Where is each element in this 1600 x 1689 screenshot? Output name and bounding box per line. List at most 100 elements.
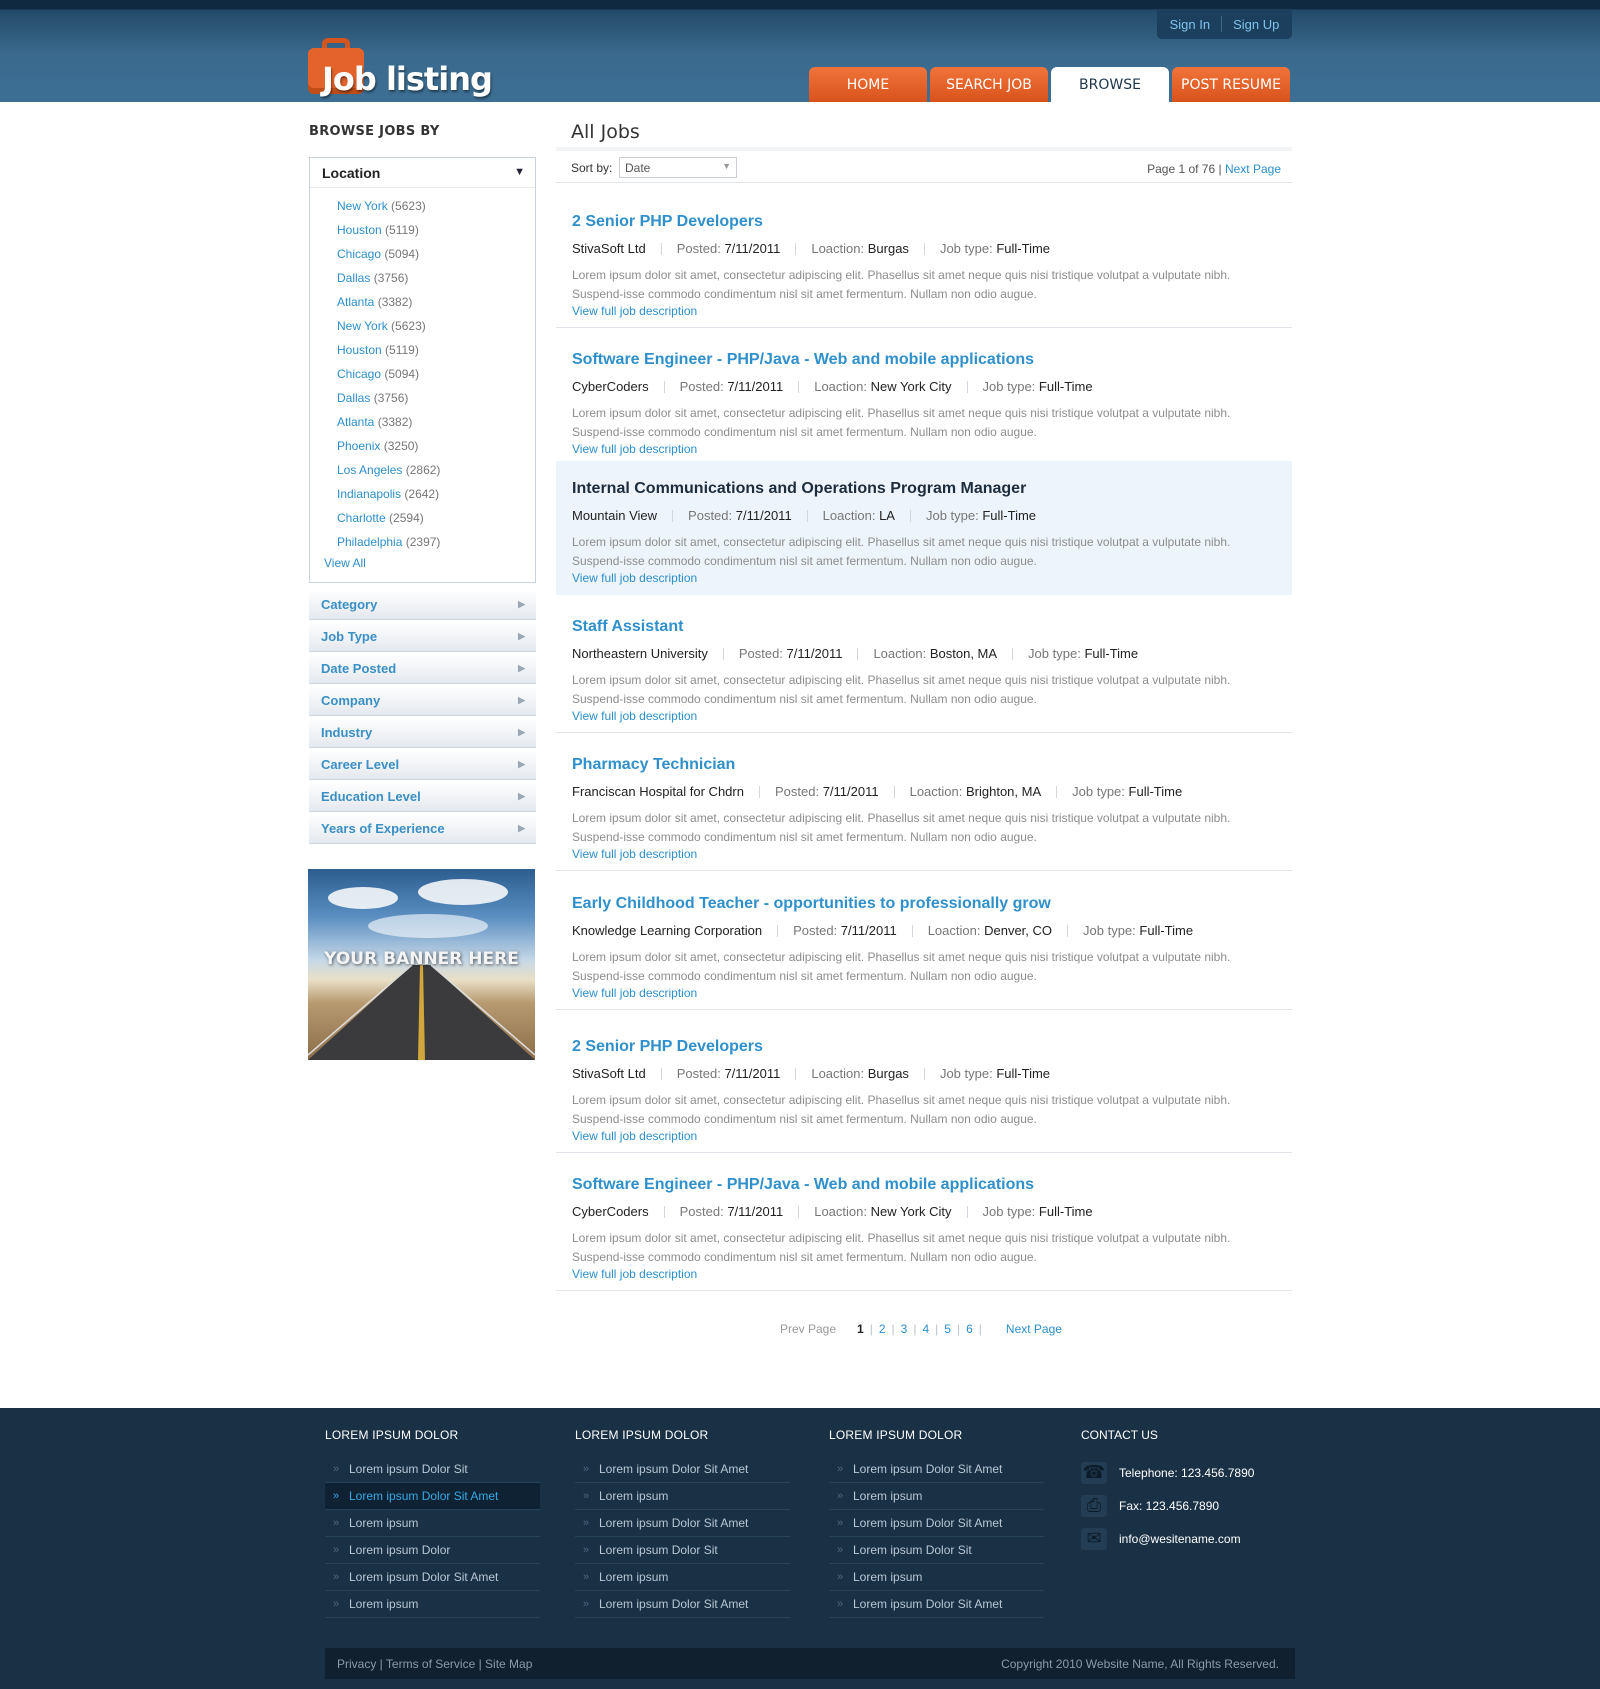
footer-link[interactable]: » Lorem ipsum Dolor Sit Amet [325,1483,540,1510]
job-title-link[interactable]: 2 Senior PHP Developers [572,1038,763,1056]
footer-link[interactable]: » Lorem ipsum Dolor Sit Amet [829,1591,1044,1618]
location-city[interactable]: Philadelphia [337,535,402,549]
sort-select[interactable]: Date ▼ [619,157,737,178]
location-item[interactable]: Atlanta (3382) [310,414,535,438]
footer-link[interactable]: » Lorem ipsum Dolor Sit Amet [575,1510,790,1537]
filter-career-level[interactable]: Career Level ▶ [309,752,536,780]
location-city[interactable]: New York [337,319,388,333]
location-item[interactable]: Houston (5119) [310,342,535,366]
telephone-text: Telephone: 123.456.7890 [1119,1465,1255,1480]
next-page-link[interactable]: Next Page [1225,162,1281,176]
location-item[interactable]: Phoenix (3250) [310,438,535,462]
prev-page-link[interactable]: Prev Page [780,1322,836,1336]
location-city[interactable]: Phoenix [337,439,380,453]
page-number-link[interactable]: 6 [966,1322,973,1336]
job-title-link[interactable]: Internal Communications and Operations P… [572,480,1026,498]
location-item[interactable]: New York (5623) [310,198,535,222]
footer-link[interactable]: » Lorem ipsum Dolor Sit [575,1537,790,1564]
location-item[interactable]: Houston (5119) [310,222,535,246]
location-city[interactable]: Chicago [337,367,381,381]
nav-tab-post-resume[interactable]: POST RESUME [1172,67,1290,102]
footer-link[interactable]: » Lorem ipsum Dolor Sit Amet [575,1456,790,1483]
location-count: (3756) [373,391,409,405]
footer-link[interactable]: » Lorem ipsum [575,1483,790,1510]
filter-date-posted[interactable]: Date Posted ▶ [309,656,536,684]
page-number-link[interactable]: 2 [879,1322,886,1336]
nav-tab-browse[interactable]: BROWSE [1051,67,1169,102]
view-full-description-link[interactable]: View full job description [572,1267,697,1281]
footer-column: LOREM IPSUM DOLOR » Lorem ipsum Dolor Sit … [575,1428,790,1618]
view-full-description-link[interactable]: View full job description [572,304,697,318]
filter-job-type[interactable]: Job Type ▶ [309,624,536,652]
location-item[interactable]: Dallas (3756) [310,390,535,414]
view-full-description-link[interactable]: View full job description [572,571,697,585]
location-item[interactable]: Philadelphia (2397) [310,534,535,558]
sign-up-link[interactable]: Sign Up [1222,17,1290,32]
footer-link[interactable]: » Lorem ipsum Dolor Sit Amet [575,1591,790,1618]
footer-link[interactable]: » Lorem ipsum Dolor Sit [325,1456,540,1483]
job-title-link[interactable]: Pharmacy Technician [572,756,735,774]
view-full-description-link[interactable]: View full job description [572,442,697,456]
site-logo[interactable]: Job listing [308,36,498,98]
location-city[interactable]: Atlanta [337,415,374,429]
job-listing: Software Engineer - PHP/Java - Web and m… [556,332,1292,466]
footer-link[interactable]: » Lorem ipsum [829,1483,1044,1510]
location-city[interactable]: Houston [337,343,382,357]
next-page-link[interactable]: Next Page [1006,1322,1062,1336]
filter-education-level[interactable]: Education Level ▶ [309,784,536,812]
sign-in-link[interactable]: Sign In [1159,17,1221,32]
filter-years-of-experience[interactable]: Years of Experience ▶ [309,816,536,844]
location-item[interactable]: New York (5623) [310,318,535,342]
email-text[interactable]: info@wesitename.com [1119,1532,1241,1546]
filter-category[interactable]: Category ▶ [309,592,536,620]
location-filter-header[interactable]: Location ▼ [310,158,535,188]
job-title-link[interactable]: Staff Assistant [572,618,683,636]
location-city[interactable]: Los Angeles [337,463,402,477]
footer-link[interactable]: » Lorem ipsum Dolor Sit Amet [829,1510,1044,1537]
location-city[interactable]: Atlanta [337,295,374,309]
footer-link[interactable]: » Lorem ipsum [829,1564,1044,1591]
location-city[interactable]: Chicago [337,247,381,261]
location-city[interactable]: Dallas [337,271,370,285]
view-all-locations-link[interactable]: View All [324,556,366,570]
location-city[interactable]: Charlotte [337,511,386,525]
view-full-description-link[interactable]: View full job description [572,709,697,723]
footer-link[interactable]: » Lorem ipsum [325,1591,540,1618]
job-title-link[interactable]: 2 Senior PHP Developers [572,213,763,231]
view-full-description-link[interactable]: View full job description [572,986,697,1000]
view-full-description-link[interactable]: View full job description [572,847,697,861]
location-item[interactable]: Chicago (5094) [310,366,535,390]
footer-link[interactable]: » Lorem ipsum Dolor Sit [829,1537,1044,1564]
location-city[interactable]: Houston [337,223,382,237]
page-number-link[interactable]: 1 [857,1322,864,1336]
location-city[interactable]: Indianapolis [337,487,401,501]
location-item[interactable]: Atlanta (3382) [310,294,535,318]
location-item[interactable]: Dallas (3756) [310,270,535,294]
page-number-link[interactable]: 4 [922,1322,929,1336]
footer-link[interactable]: » Lorem ipsum Dolor Sit Amet [829,1456,1044,1483]
footer-link[interactable]: » Lorem ipsum Dolor Sit Amet [325,1564,540,1591]
location-city[interactable]: Dallas [337,391,370,405]
location-item[interactable]: Los Angeles (2862) [310,462,535,486]
footer-link[interactable]: » Lorem ipsum [575,1564,790,1591]
job-title-link[interactable]: Software Engineer - PHP/Java - Web and m… [572,1176,1034,1194]
page-number-link[interactable]: 5 [944,1322,951,1336]
job-company-value: Mountain View [572,508,658,523]
job-title-link[interactable]: Software Engineer - PHP/Java - Web and m… [572,351,1034,369]
nav-tab-home[interactable]: HOME [809,67,927,102]
footer-link[interactable]: » Lorem ipsum Dolor [325,1537,540,1564]
view-full-description-link[interactable]: View full job description [572,1129,697,1143]
location-item[interactable]: Charlotte (2594) [310,510,535,534]
footer-link[interactable]: » Lorem ipsum [325,1510,540,1537]
location-item[interactable]: Chicago (5094) [310,246,535,270]
ad-banner[interactable]: YOUR BANNER HERE [308,869,535,1060]
filter-industry[interactable]: Industry ▶ [309,720,536,748]
location-city[interactable]: New York [337,199,388,213]
meta-divider [798,381,800,393]
filter-company[interactable]: Company ▶ [309,688,536,716]
job-title-link[interactable]: Early Childhood Teacher - opportunities … [572,895,1051,913]
nav-tab-search-job[interactable]: SEARCH JOB [930,67,1048,102]
footer-links[interactable]: Privacy | Terms of Service | Site Map [337,1657,532,1671]
page-number-link[interactable]: 3 [901,1322,908,1336]
location-item[interactable]: Indianapolis (2642) [310,486,535,510]
